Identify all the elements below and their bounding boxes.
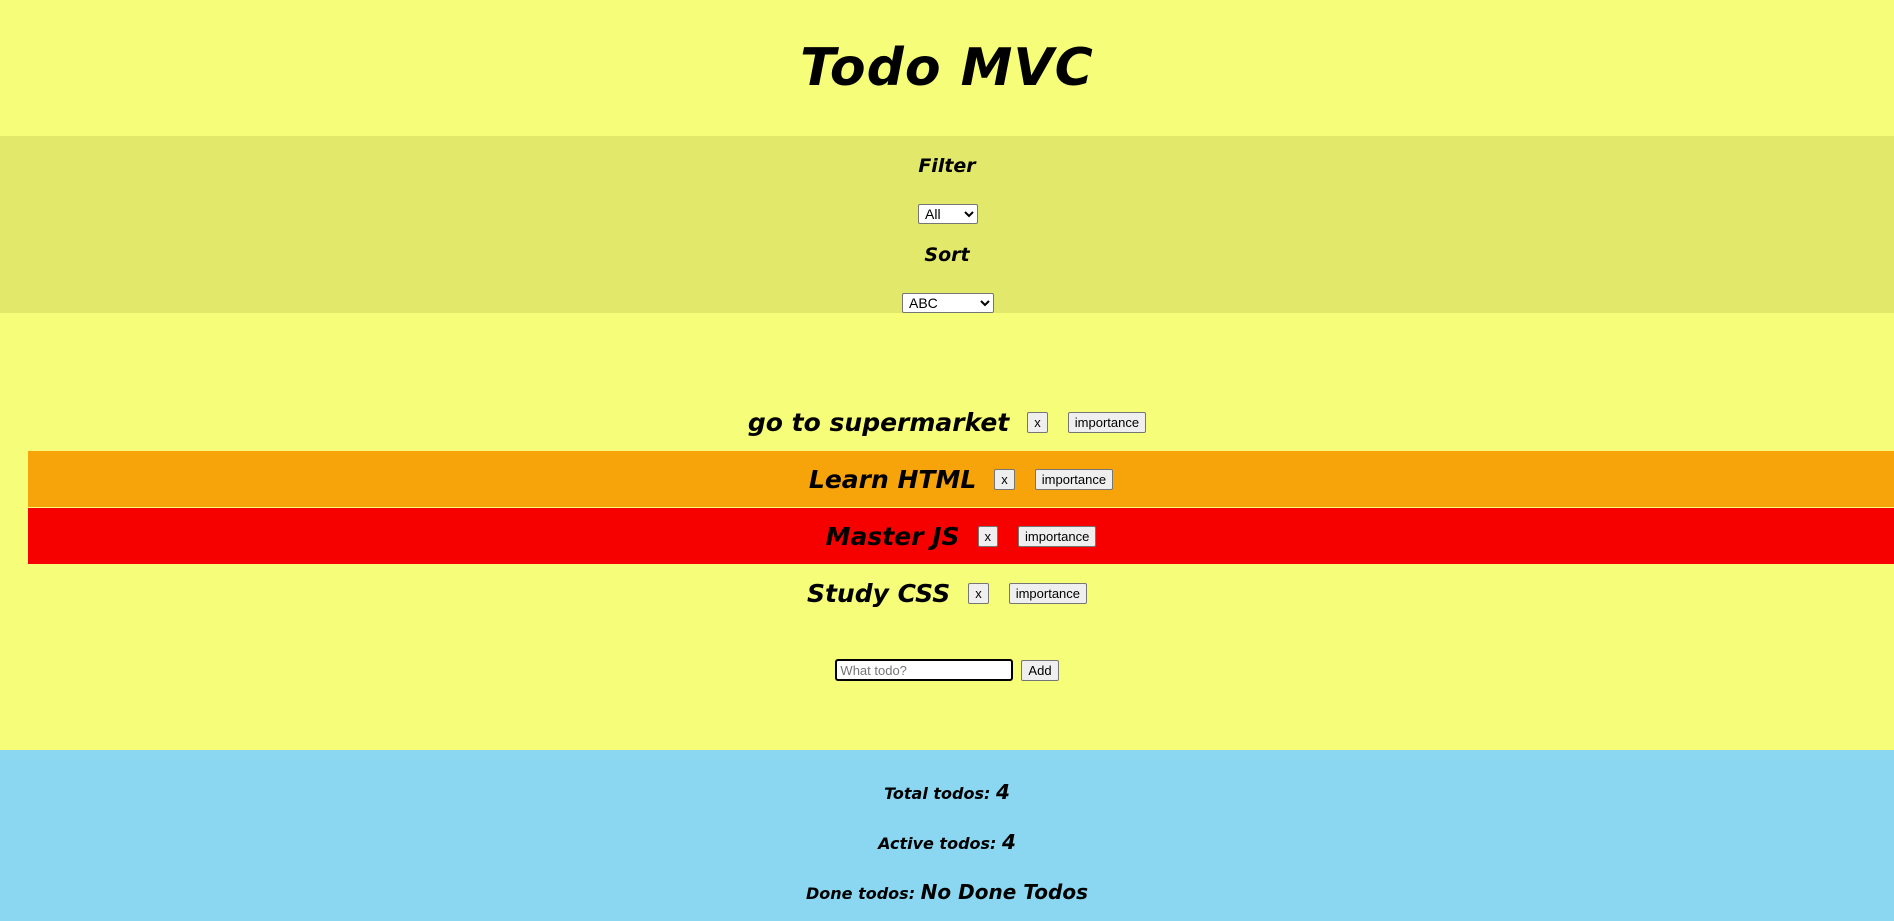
importance-button[interactable]: importance (1034, 468, 1114, 490)
total-todos-value: 4 (996, 780, 1010, 804)
stats-panel: Total todos: 4 Active todos: 4 Done todo… (0, 750, 1894, 921)
remove-todo-button[interactable]: x (994, 468, 1015, 490)
todo-app: Todo MVC Filter All Sort ABC go to super… (0, 0, 1894, 921)
todo-item: Master JS x importance (28, 508, 1894, 564)
remove-todo-button[interactable]: x (977, 525, 999, 547)
new-todo-input[interactable] (835, 659, 1014, 681)
todo-text[interactable]: Study CSS (807, 579, 950, 608)
total-todos-stat: Total todos: 4 (0, 780, 1894, 804)
header: Todo MVC (0, 0, 1894, 136)
sort-label: Sort (924, 244, 970, 266)
total-todos-label: Total todos: (884, 784, 991, 803)
filter-select[interactable]: All (918, 204, 978, 224)
sort-select[interactable]: ABC (902, 293, 994, 313)
todo-item: Learn HTML x importance (28, 451, 1894, 507)
todo-text[interactable]: Master JS (826, 522, 960, 551)
add-todo-form: Add (0, 655, 1894, 685)
todo-item: Study CSS x importance (0, 574, 1894, 612)
active-todos-value: 4 (1002, 830, 1016, 854)
importance-button[interactable]: importance (1018, 525, 1097, 547)
todo-text[interactable]: go to supermarket (748, 408, 1009, 437)
remove-todo-button[interactable]: x (968, 582, 989, 604)
active-todos-stat: Active todos: 4 (0, 830, 1894, 854)
done-todos-value: No Done Todos (920, 880, 1088, 904)
add-button[interactable]: Add (1021, 659, 1059, 681)
page-title: Todo MVC (800, 38, 1094, 98)
filter-sort-panel: Filter All Sort ABC (0, 136, 1894, 313)
todo-text[interactable]: Learn HTML (809, 465, 976, 494)
done-todos-stat: Done todos: No Done Todos (0, 880, 1894, 904)
done-todos-label: Done todos: (806, 884, 916, 903)
remove-todo-button[interactable]: x (1027, 411, 1048, 433)
importance-button[interactable]: importance (1008, 582, 1088, 604)
importance-button[interactable]: importance (1067, 411, 1147, 433)
active-todos-label: Active todos: (878, 834, 997, 853)
filter-label: Filter (918, 155, 976, 177)
todo-item: go to supermarket x importance (0, 403, 1894, 441)
